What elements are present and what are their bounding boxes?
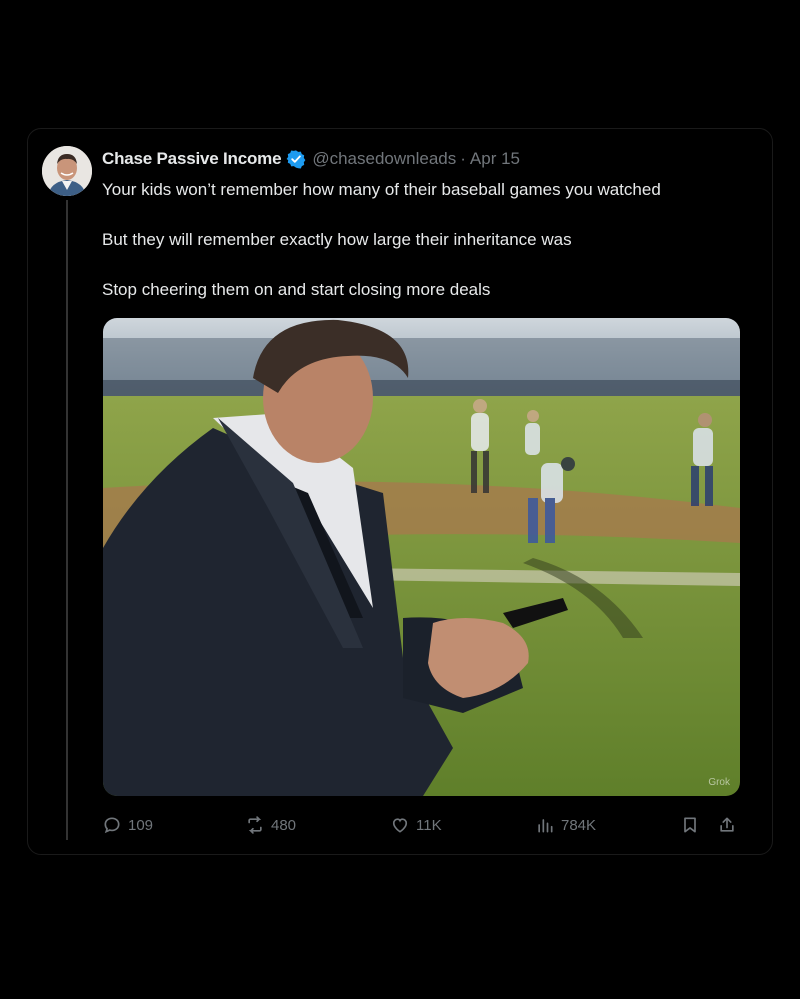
header-separator: · bbox=[460, 149, 466, 168]
post-text-line-2: But they will remember exactly how large… bbox=[102, 230, 572, 249]
repost-count: 480 bbox=[271, 816, 297, 834]
reply-icon bbox=[104, 817, 120, 834]
repost-button[interactable]: 480 bbox=[245, 810, 296, 840]
verified-badge-icon[interactable] bbox=[286, 149, 306, 169]
author-avatar[interactable] bbox=[42, 146, 92, 196]
bookmark-button[interactable] bbox=[680, 810, 700, 840]
post-header: Chase Passive Income @chasedownleads · A… bbox=[102, 148, 520, 170]
post-text-line-1: Your kids won’t remember how many of the… bbox=[102, 180, 661, 199]
views-chart-icon bbox=[538, 819, 553, 833]
heart-icon bbox=[392, 818, 408, 833]
like-count: 11K bbox=[416, 816, 442, 834]
post-media-image[interactable]: Grok bbox=[103, 318, 740, 796]
post-actions-bar: 109 480 11K 784K bbox=[102, 810, 742, 840]
post-date[interactable]: Apr 15 bbox=[470, 149, 520, 169]
author-handle[interactable]: @chasedownleads bbox=[312, 149, 456, 169]
grok-watermark: Grok bbox=[708, 777, 730, 788]
share-button[interactable] bbox=[717, 810, 737, 840]
bookmark-icon bbox=[684, 817, 696, 833]
author-name[interactable]: Chase Passive Income bbox=[102, 149, 282, 169]
baseball-field-photo bbox=[103, 318, 740, 796]
views-button[interactable]: 784K bbox=[535, 810, 596, 840]
post-text-line-3: Stop cheering them on and start closing … bbox=[102, 280, 491, 299]
views-count: 784K bbox=[561, 816, 597, 834]
repost-icon bbox=[248, 816, 262, 834]
thread-line bbox=[66, 200, 68, 840]
share-icon bbox=[720, 817, 734, 832]
like-button[interactable]: 11K bbox=[390, 810, 442, 840]
avatar-image bbox=[42, 146, 92, 196]
reply-button[interactable]: 109 bbox=[102, 810, 153, 840]
reply-count: 109 bbox=[128, 816, 154, 834]
